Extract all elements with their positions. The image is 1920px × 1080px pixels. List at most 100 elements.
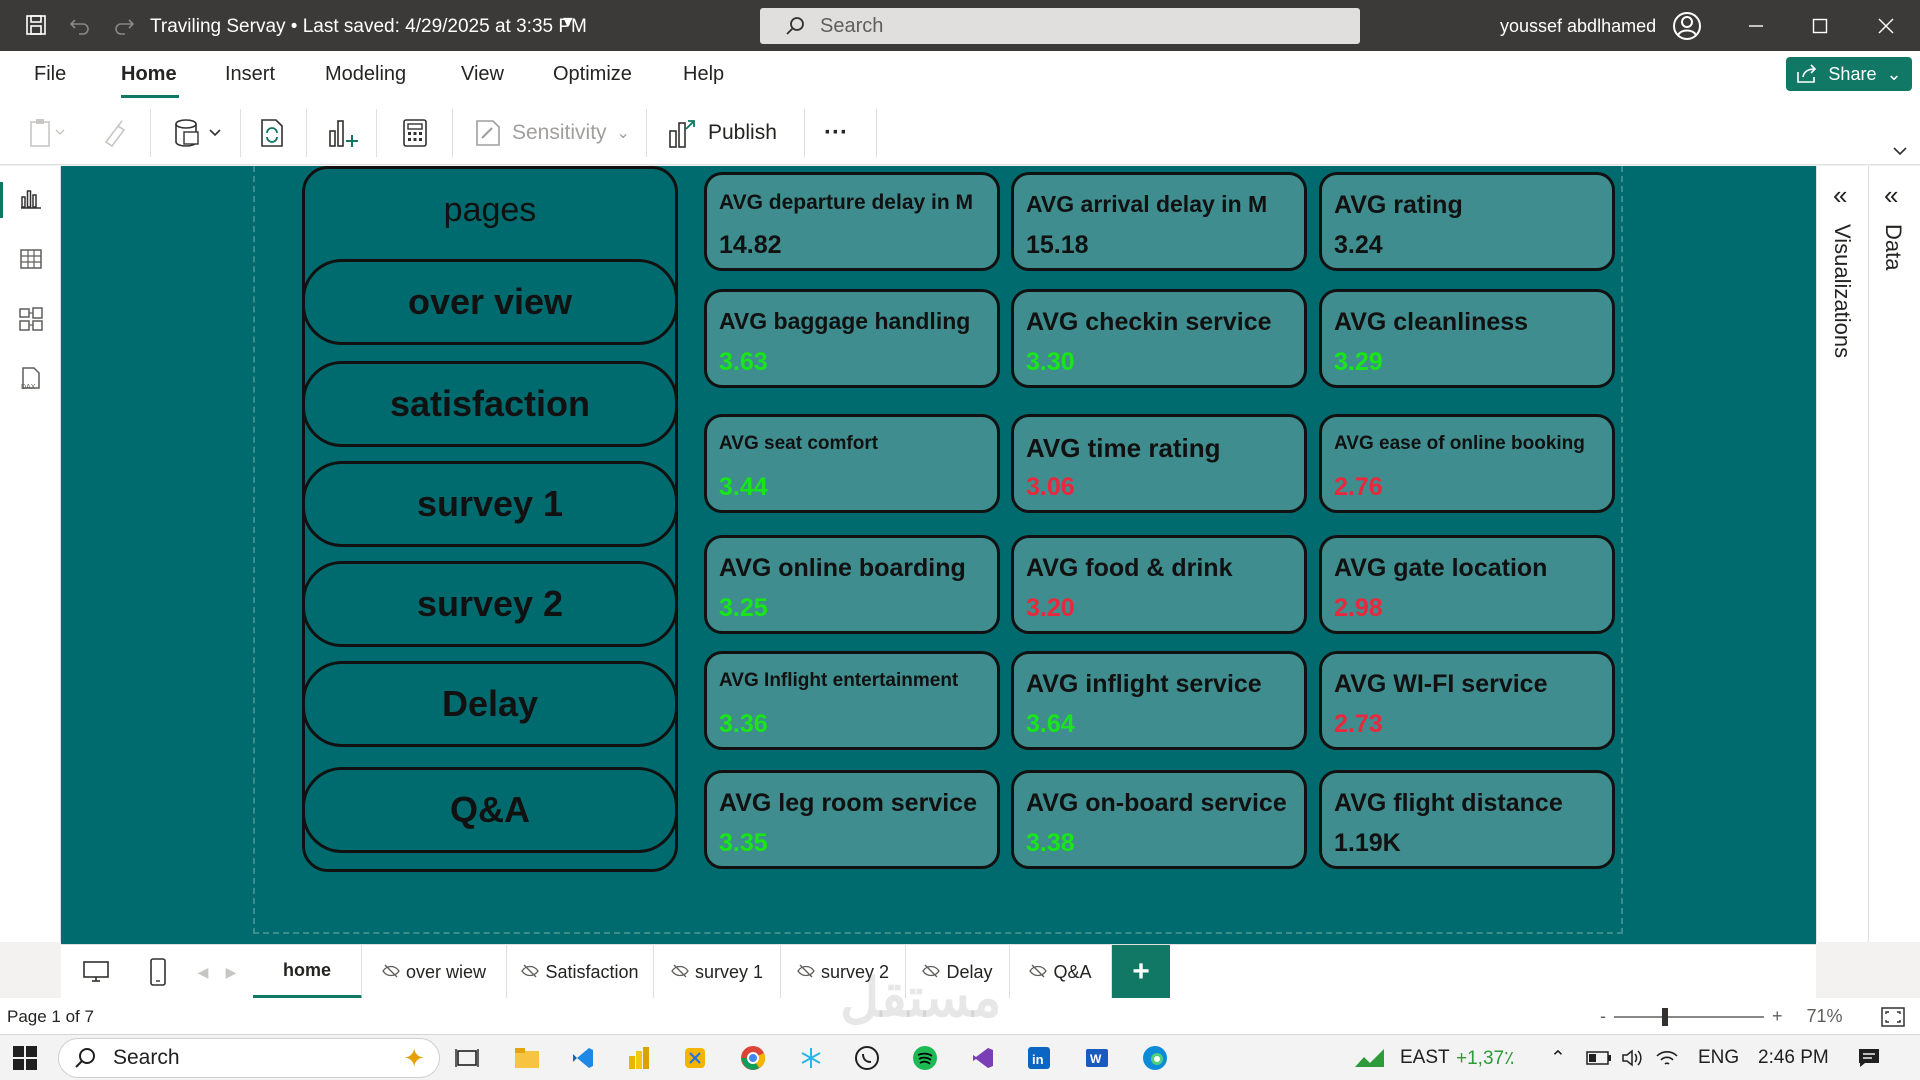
wifi-icon[interactable] bbox=[1652, 1043, 1682, 1073]
desktop-layout-icon[interactable] bbox=[71, 945, 121, 999]
undo-icon[interactable] bbox=[66, 11, 94, 39]
volume-icon[interactable] bbox=[1618, 1043, 1648, 1073]
kpi-card[interactable]: AVG checkin service 3.30 bbox=[1011, 289, 1307, 388]
kpi-card[interactable]: AVG arrival delay in M 15.18 bbox=[1011, 172, 1307, 271]
expand-visualizations-icon[interactable]: « bbox=[1833, 180, 1847, 211]
mobile-layout-icon[interactable] bbox=[133, 945, 183, 999]
kpi-card[interactable]: AVG ease of online booking 2.76 bbox=[1319, 414, 1615, 513]
kpi-card[interactable]: AVG departure delay in M 14.82 bbox=[704, 172, 1000, 271]
nav-button-satisfaction[interactable]: satisfaction bbox=[302, 361, 678, 447]
kpi-card[interactable]: AVG food & drink 3.20 bbox=[1011, 535, 1307, 634]
new-measure-button[interactable] bbox=[402, 117, 428, 149]
share-button[interactable]: Share ⌄ bbox=[1786, 57, 1912, 91]
kpi-card[interactable]: AVG time rating 3.06 bbox=[1011, 414, 1307, 513]
menu-file[interactable]: File bbox=[34, 63, 66, 86]
menu-optimize[interactable]: Optimize bbox=[553, 63, 632, 86]
kpi-card[interactable]: AVG online boarding 3.25 bbox=[704, 535, 1000, 634]
page-tab[interactable]: Satisfaction bbox=[507, 945, 654, 999]
snowflake-app-icon[interactable] bbox=[796, 1043, 826, 1073]
data-pane-label[interactable]: Data bbox=[1880, 224, 1906, 270]
menu-modeling[interactable]: Modeling bbox=[325, 63, 406, 86]
chrome-icon[interactable] bbox=[738, 1043, 768, 1073]
document-title[interactable]: Traviling Servay • Last saved: 4/29/2025… bbox=[150, 16, 587, 38]
nav-button-over-view[interactable]: over view bbox=[302, 259, 678, 345]
notifications-icon[interactable] bbox=[1854, 1043, 1884, 1073]
zoom-level[interactable]: 71% bbox=[1807, 1006, 1843, 1027]
visualizations-pane-label[interactable]: Visualizations bbox=[1829, 224, 1855, 358]
snipping-tool-icon[interactable] bbox=[680, 1043, 710, 1073]
minimize-icon[interactable] bbox=[1742, 12, 1770, 40]
get-data-button[interactable] bbox=[172, 117, 226, 149]
kpi-card[interactable]: AVG WI-FI service 2.73 bbox=[1319, 651, 1615, 750]
windows-start-icon[interactable] bbox=[12, 1045, 38, 1076]
zoom-in-button[interactable]: + bbox=[1772, 1006, 1783, 1027]
linkedin-icon[interactable]: in bbox=[1024, 1043, 1054, 1073]
page-tab[interactable]: Q&A bbox=[1010, 945, 1112, 999]
clock[interactable]: 2:46 PM bbox=[1758, 1047, 1829, 1069]
zoom-out-button[interactable]: - bbox=[1600, 1006, 1606, 1027]
report-view-icon[interactable] bbox=[14, 182, 48, 216]
stock-label[interactable]: EAST bbox=[1400, 1047, 1450, 1069]
scroll-tabs-right-icon[interactable]: ▶ bbox=[219, 945, 243, 999]
scroll-tabs-left-icon[interactable]: ◀ bbox=[191, 945, 215, 999]
kpi-card[interactable]: AVG baggage handling 3.63 bbox=[704, 289, 1000, 388]
language-indicator[interactable]: ENG bbox=[1698, 1047, 1739, 1069]
menu-help[interactable]: Help bbox=[683, 63, 724, 86]
paste-button[interactable] bbox=[28, 117, 68, 149]
page-tab[interactable]: survey 1 bbox=[654, 945, 781, 999]
kpi-card[interactable]: AVG on-board service 3.38 bbox=[1011, 770, 1307, 869]
more-options-button[interactable]: ··· bbox=[824, 117, 848, 149]
fit-to-page-icon[interactable] bbox=[1880, 1006, 1905, 1027]
refresh-button[interactable] bbox=[256, 117, 288, 149]
page-tab[interactable]: home bbox=[253, 945, 362, 999]
show-hidden-icons-icon[interactable]: ⌃ bbox=[1550, 1047, 1566, 1070]
nav-button-q-and-a[interactable]: Q&A bbox=[302, 767, 678, 853]
battery-icon[interactable] bbox=[1584, 1043, 1614, 1073]
close-icon[interactable] bbox=[1872, 12, 1900, 40]
nav-button-survey-1[interactable]: survey 1 bbox=[302, 461, 678, 547]
table-view-icon[interactable] bbox=[14, 242, 48, 276]
visual-studio-icon[interactable] bbox=[968, 1043, 998, 1073]
kpi-card[interactable]: AVG seat comfort 3.44 bbox=[704, 414, 1000, 513]
format-painter-button[interactable] bbox=[100, 117, 130, 149]
kpi-card[interactable]: AVG flight distance 1.19K bbox=[1319, 770, 1615, 869]
add-page-button[interactable]: + bbox=[1112, 945, 1170, 999]
expand-data-icon[interactable]: « bbox=[1884, 180, 1898, 211]
avatar-icon[interactable] bbox=[1672, 11, 1702, 41]
redo-icon[interactable] bbox=[110, 11, 138, 39]
spotify-icon[interactable] bbox=[910, 1043, 940, 1073]
kpi-card[interactable]: AVG inflight service 3.64 bbox=[1011, 651, 1307, 750]
title-search-input[interactable]: Search bbox=[760, 8, 1360, 44]
zoom-slider[interactable] bbox=[1614, 1007, 1764, 1026]
user-name[interactable]: youssef abdlhamed bbox=[1500, 16, 1656, 37]
edge-icon[interactable] bbox=[1140, 1043, 1170, 1073]
kpi-card[interactable]: AVG cleanliness 3.29 bbox=[1319, 289, 1615, 388]
menu-view[interactable]: View bbox=[461, 63, 504, 86]
power-bi-icon[interactable] bbox=[624, 1043, 654, 1073]
model-view-icon[interactable] bbox=[14, 302, 48, 336]
publish-button[interactable]: Publish bbox=[668, 117, 777, 149]
new-visual-button[interactable] bbox=[326, 117, 360, 149]
copilot-sparkle-icon[interactable]: ✦ bbox=[403, 1043, 425, 1074]
taskbar-search-input[interactable]: Search ✦ bbox=[58, 1038, 440, 1078]
kpi-card[interactable]: AVG Inflight entertainment 3.36 bbox=[704, 651, 1000, 750]
menu-insert[interactable]: Insert bbox=[225, 63, 275, 86]
kpi-card[interactable]: AVG gate location 2.98 bbox=[1319, 535, 1615, 634]
save-icon[interactable] bbox=[22, 11, 50, 39]
page-tab[interactable]: over wiew bbox=[362, 945, 507, 999]
word-icon[interactable]: W bbox=[1082, 1043, 1112, 1073]
task-view-icon[interactable] bbox=[452, 1043, 482, 1073]
title-dropdown-icon[interactable]: ▼ bbox=[560, 14, 576, 32]
dax-query-view-icon[interactable]: DAX bbox=[14, 362, 48, 396]
kpi-card[interactable]: AVG leg room service 3.35 bbox=[704, 770, 1000, 869]
zoom-slider-thumb[interactable] bbox=[1662, 1007, 1668, 1026]
menu-home[interactable]: Home bbox=[121, 63, 177, 86]
sensitivity-button[interactable]: Sensitivity ⌄ bbox=[474, 117, 630, 149]
stock-change[interactable]: +1,37٪ bbox=[1456, 1047, 1514, 1070]
kpi-card[interactable]: AVG rating 3.24 bbox=[1319, 172, 1615, 271]
nav-button-survey-2[interactable]: survey 2 bbox=[302, 561, 678, 647]
maximize-icon[interactable] bbox=[1806, 12, 1834, 40]
nav-button-delay[interactable]: Delay bbox=[302, 661, 678, 747]
collapse-ribbon-icon[interactable] bbox=[1892, 143, 1908, 161]
vscode-icon[interactable] bbox=[568, 1043, 598, 1073]
